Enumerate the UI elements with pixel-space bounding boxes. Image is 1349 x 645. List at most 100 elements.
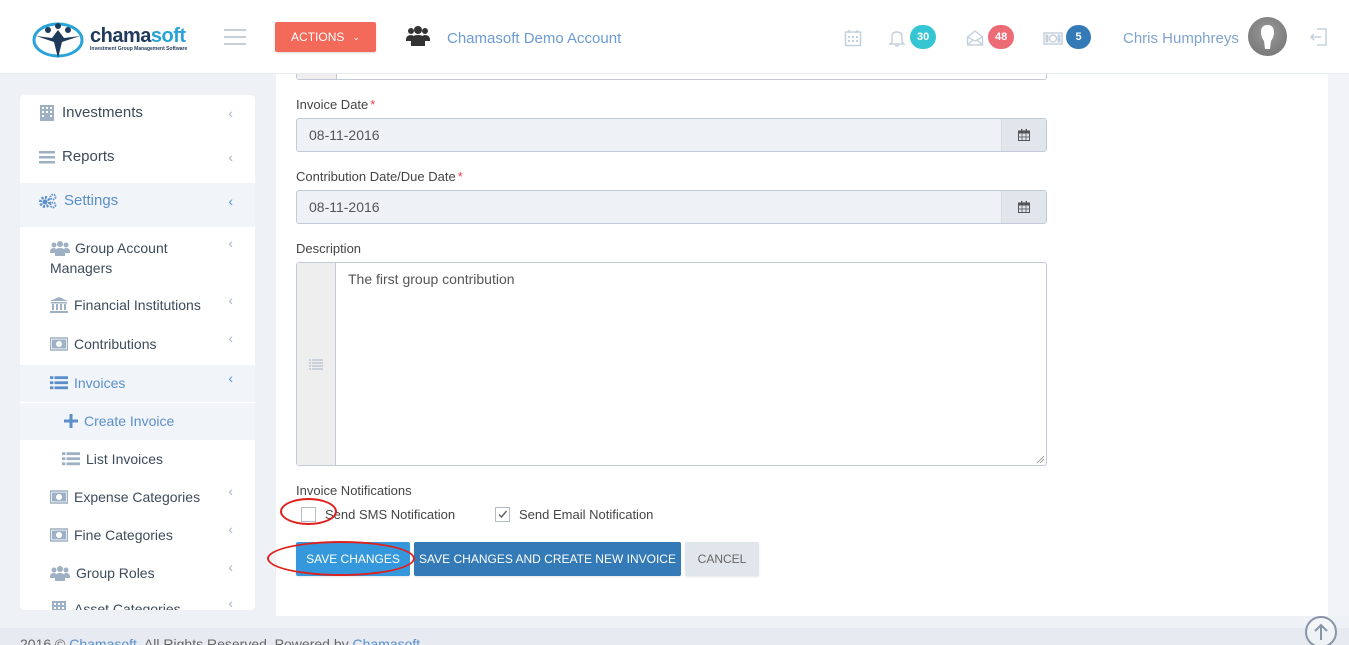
- bars-icon: [39, 151, 55, 164]
- sidebar-item-group-account-managers[interactable]: Group Account Managers ‹: [20, 227, 255, 289]
- sidebar-item-label: Financial Institutions: [74, 297, 201, 313]
- chevron-left-icon: ‹: [228, 149, 233, 165]
- chevron-left-icon: ‹: [228, 330, 233, 346]
- group-users-icon: [406, 26, 430, 46]
- sidebar-item-label: Asset Categories: [74, 601, 181, 610]
- sidebar-item-label: Group Roles: [76, 565, 155, 581]
- avatar-silhouette-icon: [1261, 25, 1274, 49]
- top-header: chamasoft Investment Group Management So…: [0, 0, 1349, 74]
- sidebar-item-reports[interactable]: Reports ‹: [20, 139, 255, 183]
- invoice-date-input[interactable]: 08-11-2016: [296, 118, 1047, 152]
- arrow-up-icon: [1314, 623, 1328, 640]
- account-name[interactable]: Chamasoft Demo Account: [447, 30, 621, 47]
- logo-mark-icon: [32, 22, 84, 58]
- envelope-open-icon[interactable]: [966, 29, 984, 47]
- resize-grip-icon[interactable]: [1036, 455, 1044, 463]
- invoice-notifications-label: Invoice Notifications: [296, 483, 412, 498]
- plus-icon: [64, 414, 78, 428]
- checkmark-icon: [498, 510, 508, 519]
- sidebar-item-asset-categories[interactable]: Asset Categories ‹: [20, 592, 255, 610]
- chamasoft-logo[interactable]: chamasoft Investment Group Management So…: [30, 18, 195, 60]
- description-field[interactable]: The first group contribution: [296, 262, 1047, 466]
- page-scrollbar-track[interactable]: [1328, 74, 1349, 616]
- sidebar-item-financial-institutions[interactable]: Financial Institutions ‹: [20, 289, 255, 327]
- sidebar-item-label: Settings: [64, 192, 119, 209]
- scroll-to-top-button[interactable]: [1305, 616, 1337, 645]
- required-marker: *: [457, 169, 463, 184]
- footer-prefix: 2016 ©: [20, 636, 70, 645]
- email-notification-checkbox[interactable]: [495, 507, 510, 522]
- sidebar-item-label: Contributions: [74, 336, 157, 352]
- chevron-left-icon: ‹: [228, 483, 233, 499]
- sidebar-item-contributions[interactable]: Contributions ‹: [20, 327, 255, 365]
- description-textarea[interactable]: The first group contribution: [336, 263, 1046, 465]
- description-addon: [297, 263, 336, 465]
- actions-dropdown-button[interactable]: ACTIONS ⌄: [275, 22, 376, 52]
- sidebar-item-expense-categories[interactable]: Expense Categories ‹: [20, 478, 255, 516]
- footer-middle-text: . All Rights Reserved. Powered by: [136, 636, 353, 645]
- sidebar-nav: Investments ‹ Reports ‹ Settings ‹ Group…: [20, 95, 255, 610]
- description-label: Description: [296, 241, 362, 256]
- actions-label: ACTIONS: [291, 30, 345, 44]
- list-icon: [62, 452, 80, 466]
- sidebar-item-invoices[interactable]: Invoices ‹: [20, 365, 255, 403]
- logout-icon[interactable]: [1309, 27, 1329, 47]
- due-date-input[interactable]: 08-11-2016: [296, 190, 1047, 224]
- save-changes-button[interactable]: SAVE CHANGES: [296, 542, 410, 576]
- chevron-left-icon: ‹: [228, 521, 233, 537]
- chevron-left-icon: ‹: [228, 105, 233, 121]
- bell-icon[interactable]: [888, 29, 906, 47]
- description-value: The first group contribution: [348, 271, 515, 287]
- bank-icon: [50, 297, 68, 313]
- save-and-create-new-button[interactable]: SAVE CHANGES AND CREATE NEW INVOICE: [414, 542, 681, 576]
- sidebar-item-group-roles[interactable]: Group Roles ‹: [20, 554, 255, 592]
- money-icon[interactable]: [1043, 29, 1063, 47]
- building-icon: [52, 601, 66, 610]
- money-icon: [50, 528, 68, 542]
- user-name[interactable]: Chris Humphreys: [1123, 30, 1239, 47]
- sidebar-toggle-menu-icon[interactable]: [224, 29, 246, 45]
- chevron-left-icon: ‹: [228, 235, 233, 251]
- email-notification-checkbox-row[interactable]: Send Email Notification: [495, 507, 653, 522]
- footer-copyright: 2016 © Chamasoft. All Rights Reserved. P…: [20, 636, 420, 645]
- footer-powered-link[interactable]: Chamasoft: [353, 636, 421, 645]
- chevron-left-icon: ‹: [228, 292, 233, 308]
- required-marker: *: [370, 97, 376, 112]
- notifications-badge[interactable]: 30: [910, 25, 937, 49]
- sidebar-item-label: Group Account Managers: [50, 238, 255, 278]
- users-icon: [50, 566, 70, 581]
- due-date-calendar-button[interactable]: [1001, 191, 1046, 223]
- invoice-date-calendar-button[interactable]: [1001, 119, 1046, 151]
- sidebar-item-settings[interactable]: Settings ‹: [20, 183, 255, 227]
- messages-badge[interactable]: 48: [988, 25, 1015, 49]
- list-icon: [50, 376, 68, 390]
- sidebar-item-list-invoices[interactable]: List Invoices: [20, 440, 255, 478]
- logo-tagline: Investment Group Management Software: [90, 45, 188, 52]
- payments-badge[interactable]: 5: [1066, 25, 1091, 49]
- label-text: Invoice Date: [296, 97, 369, 112]
- email-notification-label: Send Email Notification: [519, 507, 654, 522]
- sidebar-item-create-invoice[interactable]: Create Invoice: [20, 403, 255, 440]
- sms-notification-checkbox-row[interactable]: Send SMS Notification: [301, 507, 455, 522]
- sms-notification-label: Send SMS Notification: [325, 507, 456, 522]
- due-date-label: Contribution Date/Due Date *: [296, 169, 463, 184]
- building-icon: [40, 105, 54, 121]
- user-avatar[interactable]: [1248, 17, 1287, 56]
- invoice-date-value[interactable]: 08-11-2016: [297, 119, 1001, 151]
- sidebar-item-label: Create Invoice: [84, 413, 175, 429]
- sidebar-item-investments[interactable]: Investments ‹: [20, 95, 255, 139]
- logo-name-part1: chama: [90, 24, 151, 47]
- users-icon: [50, 241, 70, 256]
- chevron-left-icon: ‹: [228, 559, 233, 575]
- sidebar-item-label: Investments: [62, 104, 143, 121]
- due-date-value[interactable]: 08-11-2016: [297, 191, 1001, 223]
- sidebar-item-label: Reports: [62, 148, 115, 165]
- chevron-left-icon: ‹: [228, 193, 233, 209]
- calendar-icon[interactable]: [844, 29, 862, 47]
- chevron-left-icon: ‹: [228, 370, 233, 386]
- sms-notification-checkbox[interactable]: [301, 507, 316, 522]
- cancel-button[interactable]: CANCEL: [685, 542, 759, 576]
- sidebar-item-fine-categories[interactable]: Fine Categories ‹: [20, 516, 255, 554]
- sidebar-item-label: Expense Categories: [74, 489, 201, 505]
- footer-brand-link[interactable]: Chamasoft: [69, 636, 137, 645]
